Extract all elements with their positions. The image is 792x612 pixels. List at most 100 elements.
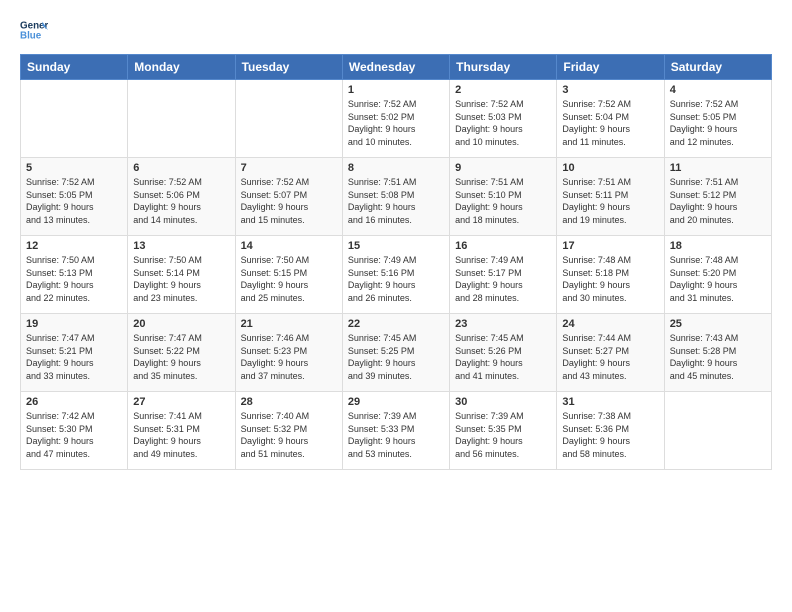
page: General Blue SundayMondayTuesdayWednesda…	[0, 0, 792, 612]
day-number: 1	[348, 84, 444, 96]
calendar-week-5: 26Sunrise: 7:42 AM Sunset: 5:30 PM Dayli…	[21, 392, 772, 470]
day-info: Sunrise: 7:44 AM Sunset: 5:27 PM Dayligh…	[562, 332, 658, 382]
day-number: 20	[133, 318, 229, 330]
day-number: 2	[455, 84, 551, 96]
logo-icon: General Blue	[20, 16, 48, 44]
day-info: Sunrise: 7:52 AM Sunset: 5:06 PM Dayligh…	[133, 176, 229, 226]
calendar-cell: 31Sunrise: 7:38 AM Sunset: 5:36 PM Dayli…	[557, 392, 664, 470]
calendar-cell	[21, 80, 128, 158]
day-info: Sunrise: 7:50 AM Sunset: 5:15 PM Dayligh…	[241, 254, 337, 304]
calendar-cell: 26Sunrise: 7:42 AM Sunset: 5:30 PM Dayli…	[21, 392, 128, 470]
day-number: 23	[455, 318, 551, 330]
day-number: 22	[348, 318, 444, 330]
day-info: Sunrise: 7:43 AM Sunset: 5:28 PM Dayligh…	[670, 332, 766, 382]
calendar-cell: 3 Sunrise: 7:52 AM Sunset: 5:04 PM Daylig…	[557, 80, 664, 158]
calendar-cell	[235, 80, 342, 158]
day-number: 15	[348, 240, 444, 252]
calendar-cell: 21 Sunrise: 7:46 AM Sunset: 5:23 PM Dayli…	[235, 314, 342, 392]
day-number: 28	[241, 396, 337, 408]
day-info: Sunrise: 7:51 AM Sunset: 5:12 PM Dayligh…	[670, 176, 766, 226]
calendar-cell: 19 Sunrise: 7:47 AM Sunset: 5:21 PM Dayli…	[21, 314, 128, 392]
day-info: Sunrise: 7:48 AM Sunset: 5:18 PM Dayligh…	[562, 254, 658, 304]
calendar-cell: 20 Sunrise: 7:47 AM Sunset: 5:22 PM Dayli…	[128, 314, 235, 392]
day-info: Sunrise: 7:52 AM Sunset: 5:02 PM Dayligh…	[348, 98, 444, 148]
calendar-cell: 6 Sunrise: 7:52 AM Sunset: 5:06 PM Daylig…	[128, 158, 235, 236]
day-info: Sunrise: 7:50 AM Sunset: 5:14 PM Dayligh…	[133, 254, 229, 304]
weekday-header-friday: Friday	[557, 55, 664, 80]
weekday-header-sunday: Sunday	[21, 55, 128, 80]
day-info: Sunrise: 7:48 AM Sunset: 5:20 PM Dayligh…	[670, 254, 766, 304]
day-number: 16	[455, 240, 551, 252]
day-info: Sunrise: 7:50 AM Sunset: 5:13 PM Dayligh…	[26, 254, 122, 304]
calendar-cell: 25 Sunrise: 7:43 AM Sunset: 5:28 PM Dayli…	[664, 314, 771, 392]
calendar-week-1: 1 Sunrise: 7:52 AM Sunset: 5:02 PM Daylig…	[21, 80, 772, 158]
calendar-cell: 5 Sunrise: 7:52 AM Sunset: 5:05 PM Daylig…	[21, 158, 128, 236]
day-number: 21	[241, 318, 337, 330]
weekday-header-thursday: Thursday	[450, 55, 557, 80]
day-info: Sunrise: 7:52 AM Sunset: 5:03 PM Dayligh…	[455, 98, 551, 148]
day-info: Sunrise: 7:39 AM Sunset: 5:35 PM Dayligh…	[455, 410, 551, 460]
day-number: 5	[26, 162, 122, 174]
calendar-cell	[128, 80, 235, 158]
calendar-cell: 7 Sunrise: 7:52 AM Sunset: 5:07 PM Daylig…	[235, 158, 342, 236]
day-info: Sunrise: 7:40 AM Sunset: 5:32 PM Dayligh…	[241, 410, 337, 460]
svg-text:Blue: Blue	[20, 30, 42, 41]
calendar-week-4: 19 Sunrise: 7:47 AM Sunset: 5:21 PM Dayli…	[21, 314, 772, 392]
calendar-cell: 11 Sunrise: 7:51 AM Sunset: 5:12 PM Dayli…	[664, 158, 771, 236]
weekday-header-tuesday: Tuesday	[235, 55, 342, 80]
day-number: 13	[133, 240, 229, 252]
day-number: 8	[348, 162, 444, 174]
day-info: Sunrise: 7:52 AM Sunset: 5:05 PM Dayligh…	[26, 176, 122, 226]
calendar-cell: 12Sunrise: 7:50 AM Sunset: 5:13 PM Dayli…	[21, 236, 128, 314]
calendar-cell: 13 Sunrise: 7:50 AM Sunset: 5:14 PM Dayli…	[128, 236, 235, 314]
day-info: Sunrise: 7:52 AM Sunset: 5:04 PM Dayligh…	[562, 98, 658, 148]
day-info: Sunrise: 7:52 AM Sunset: 5:05 PM Dayligh…	[670, 98, 766, 148]
day-number: 25	[670, 318, 766, 330]
calendar-cell: 4 Sunrise: 7:52 AM Sunset: 5:05 PM Daylig…	[664, 80, 771, 158]
day-info: Sunrise: 7:47 AM Sunset: 5:22 PM Dayligh…	[133, 332, 229, 382]
calendar-cell: 30 Sunrise: 7:39 AM Sunset: 5:35 PM Dayli…	[450, 392, 557, 470]
day-number: 6	[133, 162, 229, 174]
day-number: 11	[670, 162, 766, 174]
calendar-cell: 15Sunrise: 7:49 AM Sunset: 5:16 PM Dayli…	[342, 236, 449, 314]
day-number: 4	[670, 84, 766, 96]
day-number: 29	[348, 396, 444, 408]
weekday-header-monday: Monday	[128, 55, 235, 80]
day-number: 10	[562, 162, 658, 174]
calendar-cell: 18Sunrise: 7:48 AM Sunset: 5:20 PM Dayli…	[664, 236, 771, 314]
day-info: Sunrise: 7:41 AM Sunset: 5:31 PM Dayligh…	[133, 410, 229, 460]
calendar-cell: 16 Sunrise: 7:49 AM Sunset: 5:17 PM Dayli…	[450, 236, 557, 314]
header: General Blue	[20, 16, 772, 44]
calendar-cell: 10Sunrise: 7:51 AM Sunset: 5:11 PM Dayli…	[557, 158, 664, 236]
day-number: 30	[455, 396, 551, 408]
calendar-cell: 28 Sunrise: 7:40 AM Sunset: 5:32 PM Dayli…	[235, 392, 342, 470]
day-info: Sunrise: 7:46 AM Sunset: 5:23 PM Dayligh…	[241, 332, 337, 382]
day-info: Sunrise: 7:51 AM Sunset: 5:10 PM Dayligh…	[455, 176, 551, 226]
weekday-header-row: SundayMondayTuesdayWednesdayThursdayFrid…	[21, 55, 772, 80]
day-info: Sunrise: 7:52 AM Sunset: 5:07 PM Dayligh…	[241, 176, 337, 226]
day-info: Sunrise: 7:45 AM Sunset: 5:25 PM Dayligh…	[348, 332, 444, 382]
calendar-cell: 22 Sunrise: 7:45 AM Sunset: 5:25 PM Dayli…	[342, 314, 449, 392]
calendar-cell: 29Sunrise: 7:39 AM Sunset: 5:33 PM Dayli…	[342, 392, 449, 470]
calendar-cell: 2 Sunrise: 7:52 AM Sunset: 5:03 PM Daylig…	[450, 80, 557, 158]
day-info: Sunrise: 7:42 AM Sunset: 5:30 PM Dayligh…	[26, 410, 122, 460]
calendar-week-2: 5 Sunrise: 7:52 AM Sunset: 5:05 PM Daylig…	[21, 158, 772, 236]
calendar-cell: 17Sunrise: 7:48 AM Sunset: 5:18 PM Dayli…	[557, 236, 664, 314]
calendar-cell: 8 Sunrise: 7:51 AM Sunset: 5:08 PM Daylig…	[342, 158, 449, 236]
calendar-cell	[664, 392, 771, 470]
day-info: Sunrise: 7:47 AM Sunset: 5:21 PM Dayligh…	[26, 332, 122, 382]
weekday-header-wednesday: Wednesday	[342, 55, 449, 80]
weekday-header-saturday: Saturday	[664, 55, 771, 80]
day-number: 31	[562, 396, 658, 408]
day-number: 3	[562, 84, 658, 96]
day-number: 7	[241, 162, 337, 174]
calendar-cell: 27Sunrise: 7:41 AM Sunset: 5:31 PM Dayli…	[128, 392, 235, 470]
day-info: Sunrise: 7:51 AM Sunset: 5:08 PM Dayligh…	[348, 176, 444, 226]
day-info: Sunrise: 7:45 AM Sunset: 5:26 PM Dayligh…	[455, 332, 551, 382]
logo: General Blue	[20, 16, 48, 44]
day-number: 24	[562, 318, 658, 330]
calendar-week-3: 12Sunrise: 7:50 AM Sunset: 5:13 PM Dayli…	[21, 236, 772, 314]
calendar-cell: 14Sunrise: 7:50 AM Sunset: 5:15 PM Dayli…	[235, 236, 342, 314]
day-info: Sunrise: 7:49 AM Sunset: 5:17 PM Dayligh…	[455, 254, 551, 304]
day-number: 19	[26, 318, 122, 330]
